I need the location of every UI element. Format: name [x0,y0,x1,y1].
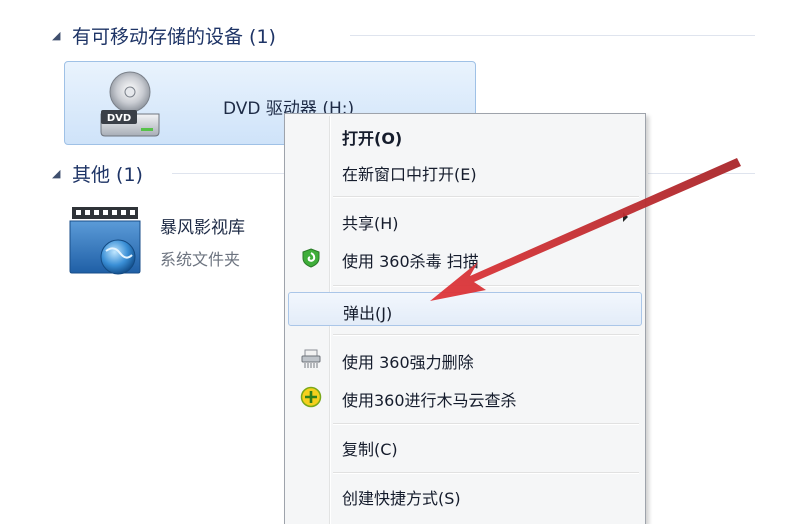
context-menu: 打开(O) 在新窗口中打开(E) 共享(H) 使用 360杀毒 扫描 弹出(J) [284,113,646,524]
menu-item-label: 使用360进行木马云查杀 [342,391,517,410]
menu-item-copy[interactable]: 复制(C) [288,429,642,463]
collapse-triangle-icon[interactable]: ◢ [52,167,62,180]
group-header-other[interactable]: ◢ 其他 (1) [52,160,143,187]
collapse-triangle-icon[interactable]: ◢ [52,29,62,42]
menu-item-create-shortcut[interactable]: 创建快捷方式(S) [288,478,642,512]
menu-separator [333,334,639,336]
menu-item-360-force-delete[interactable]: 使用 360强力删除 [288,342,642,376]
menu-separator [333,285,639,287]
360-trojan-scan-icon [300,386,322,408]
library-name: 暴风影视库 [160,218,245,238]
menu-item-share[interactable]: 共享(H) [288,203,642,237]
menu-item-label: 共享(H) [342,214,399,233]
menu-item-eject[interactable]: 弹出(J) [288,292,642,326]
menu-item-360-trojan-scan[interactable]: 使用360进行木马云查杀 [288,380,642,414]
library-type: 系统文件夹 [160,250,241,269]
menu-item-open-new-window[interactable]: 在新窗口中打开(E) [288,154,642,188]
menu-separator [333,196,639,198]
video-library-item[interactable]: 暴风影视库 系统文件夹 [68,205,288,277]
svg-text:DVD: DVD [107,113,131,124]
video-library-icon [69,207,141,275]
menu-item-label: 使用 360杀毒 扫描 [342,252,479,271]
menu-separator [333,472,639,474]
menu-item-label: 使用 360强力删除 [342,353,474,372]
menu-item-360-scan[interactable]: 使用 360杀毒 扫描 [288,241,642,275]
shredder-icon [301,349,321,368]
menu-item-label: 打开(O) [342,129,403,148]
group-title: 有可移动存储的设备 (1) [72,26,276,48]
menu-item-open[interactable]: 打开(O) [288,118,642,152]
dvd-drive-icon: DVD [100,71,160,137]
menu-item-label: 在新窗口中打开(E) [342,165,477,184]
menu-item-label: 弹出(J) [343,304,393,323]
menu-item-label: 复制(C) [342,440,398,459]
menu-item-label: 创建快捷方式(S) [342,489,461,508]
360-antivirus-shield-icon [302,248,320,268]
group-header-removable-storage[interactable]: ◢ 有可移动存储的设备 (1) [52,22,276,49]
group-title: 其他 (1) [72,164,143,186]
submenu-arrow-icon [623,212,628,222]
menu-separator [333,423,639,425]
